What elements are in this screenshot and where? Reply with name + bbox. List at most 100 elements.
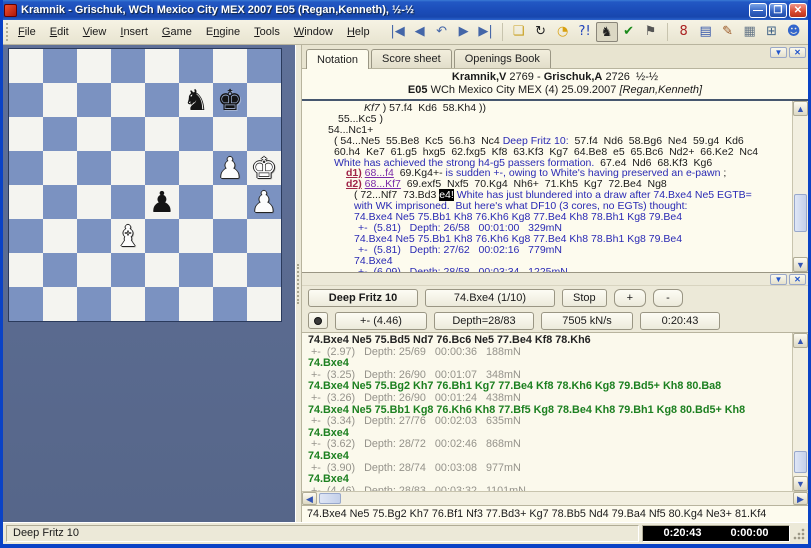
opponent-icon[interactable]: ☻ (783, 22, 805, 42)
engine-pane-collapse-icon[interactable]: ▼ (770, 274, 787, 285)
square-a1[interactable] (9, 287, 43, 321)
square-e1[interactable] (145, 287, 179, 321)
square-c3[interactable] (77, 219, 111, 253)
board-window-icon[interactable]: ⊞ (761, 22, 783, 42)
vertical-splitter[interactable] (295, 45, 302, 522)
chess-board[interactable]: ♞♚♟♚♟♟♝ (8, 48, 282, 322)
square-a4[interactable] (9, 185, 43, 219)
square-c2[interactable] (77, 253, 111, 287)
square-c5[interactable] (77, 151, 111, 185)
square-a7[interactable] (9, 83, 43, 117)
engine-pane-close-icon[interactable]: ✕ (789, 274, 806, 285)
next-move-icon[interactable]: ▶ (453, 22, 475, 42)
square-c7[interactable] (77, 83, 111, 117)
tab-openings-book[interactable]: Openings Book (454, 49, 551, 68)
move-text[interactable]: ; (720, 167, 726, 179)
square-b8[interactable] (43, 49, 77, 83)
white-pawn-icon[interactable]: ♟ (247, 185, 281, 219)
scroll-thumb[interactable] (794, 451, 807, 473)
scroll-down-icon[interactable]: ▼ (793, 257, 808, 272)
scroll-thumb[interactable] (319, 493, 341, 504)
menu-file[interactable]: File (11, 23, 43, 41)
engine-scrollbar[interactable]: ▲ ▼ (792, 333, 808, 491)
square-b4[interactable] (43, 185, 77, 219)
previous-move-icon[interactable]: ◀ (409, 22, 431, 42)
square-e3[interactable] (145, 219, 179, 253)
clock-icon[interactable]: ◔ (552, 22, 574, 42)
engine-variation[interactable]: 74.Bxe4 (308, 451, 790, 463)
square-e7[interactable] (145, 83, 179, 117)
menu-view[interactable]: View (76, 23, 114, 41)
engine-name-button[interactable]: Deep Fritz 10 (308, 289, 418, 307)
decrease-lines-button[interactable]: - (653, 289, 683, 307)
scroll-up-icon[interactable]: ▲ (793, 333, 808, 348)
menu-engine[interactable]: Engine (199, 23, 247, 41)
square-a3[interactable] (9, 219, 43, 253)
tab-score-sheet[interactable]: Score sheet (371, 49, 452, 68)
square-c6[interactable] (77, 117, 111, 151)
menu-help[interactable]: Help (340, 23, 377, 41)
square-g1[interactable] (213, 287, 247, 321)
engine-variation[interactable]: 74.Bxe4 Ne5 75.Bd5 Nd7 76.Bc6 Ne5 77.Be4… (308, 335, 790, 347)
minimize-icon[interactable]: — (749, 3, 767, 18)
menu-insert[interactable]: Insert (113, 23, 155, 41)
square-e8[interactable] (145, 49, 179, 83)
increase-lines-button[interactable]: + (614, 289, 646, 307)
square-h8[interactable] (247, 49, 281, 83)
square-h5[interactable]: ♚ (247, 151, 281, 185)
square-a2[interactable] (9, 253, 43, 287)
scroll-down-icon[interactable]: ▼ (793, 476, 808, 491)
goto-end-icon[interactable]: ▶| (475, 22, 497, 42)
square-d7[interactable] (111, 83, 145, 117)
square-e5[interactable] (145, 151, 179, 185)
square-a6[interactable] (9, 117, 43, 151)
scroll-left-icon[interactable]: ◀ (302, 492, 317, 505)
square-f3[interactable] (179, 219, 213, 253)
square-g3[interactable] (213, 219, 247, 253)
tools-icon[interactable]: ✱ (805, 22, 811, 42)
scroll-up-icon[interactable]: ▲ (793, 101, 808, 116)
square-e4[interactable]: ♟ (145, 185, 179, 219)
menu-edit[interactable]: Edit (43, 23, 76, 41)
key-icon[interactable]: 8 (673, 22, 695, 42)
black-pawn-icon[interactable]: ♟ (145, 185, 179, 219)
square-c1[interactable] (77, 287, 111, 321)
black-king-icon[interactable]: ♚ (213, 83, 247, 117)
square-h2[interactable] (247, 253, 281, 287)
white-king-icon[interactable]: ♚ (247, 151, 281, 185)
square-f2[interactable] (179, 253, 213, 287)
goto-start-icon[interactable]: |◀ (387, 22, 409, 42)
square-h3[interactable] (247, 219, 281, 253)
database-icon[interactable]: ▦ (739, 22, 761, 42)
infinite-analysis-icon[interactable]: ↻ (530, 22, 552, 42)
engine-lamp-button[interactable] (308, 312, 328, 329)
square-f8[interactable] (179, 49, 213, 83)
white-bishop-icon[interactable]: ♝ (111, 219, 145, 253)
engine-variation[interactable]: 74.Bxe4 (308, 474, 790, 486)
square-h1[interactable] (247, 287, 281, 321)
hint-icon[interactable]: ?! (574, 22, 596, 42)
square-b3[interactable] (43, 219, 77, 253)
square-c4[interactable] (77, 185, 111, 219)
black-knight-icon[interactable]: ♞ (179, 83, 213, 117)
menu-tools[interactable]: Tools (247, 23, 287, 41)
menu-game[interactable]: Game (155, 23, 199, 41)
square-g7[interactable]: ♚ (213, 83, 247, 117)
scroll-right-icon[interactable]: ▶ (793, 492, 808, 505)
square-f1[interactable] (179, 287, 213, 321)
square-b2[interactable] (43, 253, 77, 287)
engine-best-line[interactable]: 74.Bxe4 Ne5 75.Bg2 Kh7 76.Bf1 Nf3 77.Bd3… (302, 505, 808, 522)
notation-scrollbar[interactable]: ▲ ▼ (792, 101, 808, 272)
square-f4[interactable] (179, 185, 213, 219)
accept-icon[interactable]: ✔ (618, 22, 640, 42)
square-b1[interactable] (43, 287, 77, 321)
square-b5[interactable] (43, 151, 77, 185)
square-d3[interactable]: ♝ (111, 219, 145, 253)
maximize-icon[interactable]: ❐ (769, 3, 787, 18)
square-d5[interactable] (111, 151, 145, 185)
square-g5[interactable]: ♟ (213, 151, 247, 185)
square-g2[interactable] (213, 253, 247, 287)
toolbar-grip[interactable] (6, 23, 8, 41)
engine-hscrollbar[interactable]: ◀ ▶ (302, 491, 808, 505)
square-h4[interactable]: ♟ (247, 185, 281, 219)
